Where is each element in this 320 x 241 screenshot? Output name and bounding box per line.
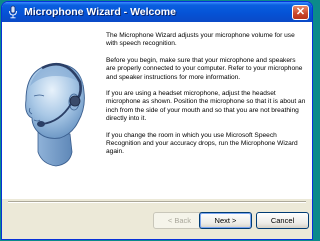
window-title: Microphone Wizard - Welcome [24, 6, 176, 18]
next-button[interactable]: Next > [199, 212, 252, 229]
cancel-button[interactable]: Cancel [256, 212, 309, 229]
setup-paragraph: Before you begin, make sure that your mi… [106, 56, 303, 81]
room-change-paragraph: If you change the room in which you use … [106, 131, 298, 156]
separator [8, 201, 306, 203]
intro-paragraph: The Microphone Wizard adjusts your micro… [106, 32, 295, 48]
instructions-text: The Microphone Wizard adjusts your micro… [106, 32, 306, 165]
microphone-icon [6, 5, 20, 19]
headset-illustration [12, 52, 96, 172]
title-bar[interactable]: Microphone Wizard - Welcome ✕ [2, 2, 312, 22]
close-button[interactable]: ✕ [292, 4, 309, 20]
headset-paragraph: If you are using a headset microphone, a… [106, 90, 306, 123]
wizard-content: The Microphone Wizard adjusts your micro… [2, 22, 312, 199]
microphone-wizard-window: Microphone Wizard - Welcome ✕ The Microp… [1, 1, 313, 240]
